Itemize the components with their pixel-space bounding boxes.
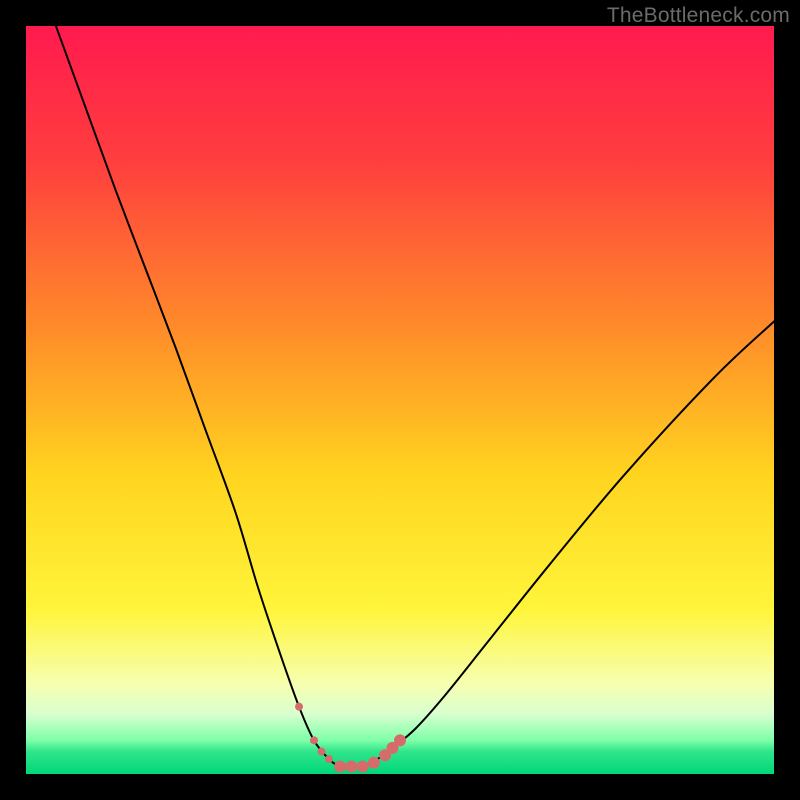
chart-frame: TheBottleneck.com: [0, 0, 800, 800]
curve-marker: [317, 748, 325, 756]
curve-marker: [310, 736, 318, 744]
gradient-background: [26, 26, 774, 774]
curve-marker: [368, 757, 380, 769]
curve-marker: [295, 703, 303, 711]
plot-area: [26, 26, 774, 774]
curve-marker: [334, 761, 346, 773]
curve-marker: [325, 755, 333, 763]
curve-marker: [394, 734, 406, 746]
watermark-text: TheBottleneck.com: [607, 4, 790, 28]
bottleneck-chart: [26, 26, 774, 774]
curve-marker: [357, 761, 369, 773]
curve-marker: [345, 761, 357, 773]
